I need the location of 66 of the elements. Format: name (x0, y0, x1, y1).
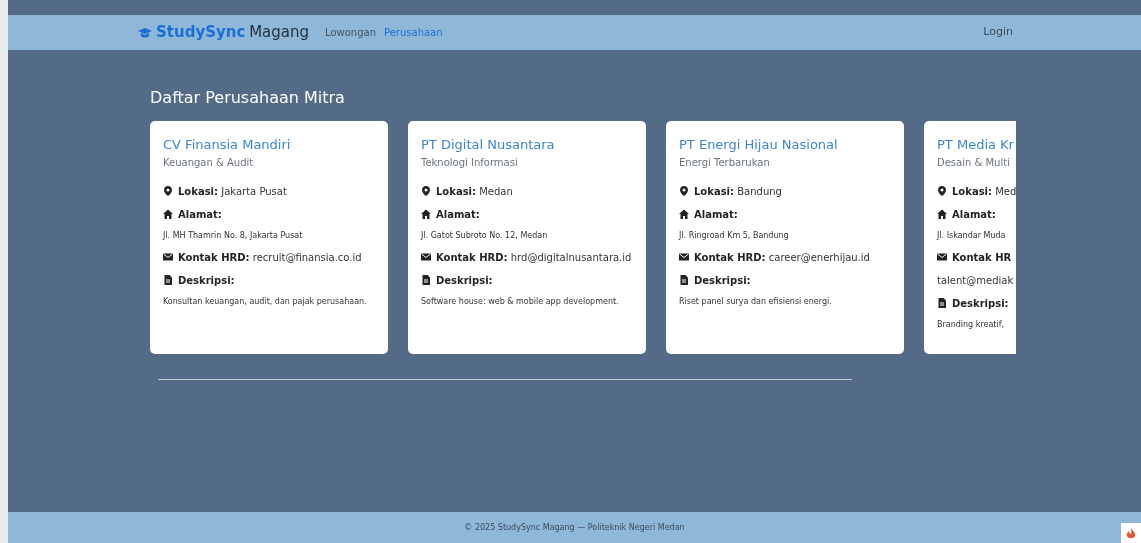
contact-email: recruit@finansia.co.id (252, 251, 362, 263)
envelope-icon (163, 251, 173, 262)
field-label: Alamat: (436, 208, 480, 220)
location-value: Med (995, 185, 1017, 197)
field-label: Lokasi: (178, 185, 219, 197)
company-name[interactable]: CV Finansia Mandiri (163, 135, 375, 155)
contact-email: career@enerhijau.id (768, 251, 870, 263)
contact-email: hrd@digitalnusantara.id (510, 251, 632, 263)
field-label: Lokasi: (694, 185, 735, 197)
company-name[interactable]: PT Digital Nusantara (421, 135, 633, 155)
description-text: Branding kreatif, (937, 318, 1006, 331)
field-label: Deskripsi: (694, 274, 751, 286)
location-value: Jakarta Pusat (221, 185, 287, 197)
nav-link[interactable]: Lowongan (325, 25, 376, 40)
document-icon (163, 274, 173, 285)
house-icon (421, 208, 431, 219)
graduation-cap-icon (138, 26, 152, 39)
company-sector: Desain & Multi (937, 155, 1011, 170)
location-pin-icon (679, 185, 689, 196)
login-link[interactable]: Login (983, 24, 1013, 41)
company-name[interactable]: PT Media Kr (937, 135, 1017, 155)
location-value: Medan (479, 185, 513, 197)
envelope-icon (937, 251, 947, 262)
field-label: Lokasi: (436, 185, 477, 197)
address-text: Jl. Gatot Subroto No. 12, Medan (421, 229, 549, 242)
location-pin-icon (421, 185, 431, 196)
house-icon (163, 208, 173, 219)
company-sector: Teknologi Informasi (421, 155, 519, 170)
field-label: Deskripsi: (952, 297, 1009, 309)
field-label: Kontak HR (952, 251, 1012, 263)
description-text: Konsultan keuangan, audit, dan pajak perusahaan. (163, 295, 368, 308)
document-icon (421, 274, 431, 285)
company-name[interactable]: PT Energi Hijau Nasional (679, 135, 891, 155)
location-pin-icon (937, 185, 947, 196)
field-label: Kontak HRD: (436, 251, 508, 263)
envelope-icon (421, 251, 431, 262)
field-label: Kontak HRD: (178, 251, 250, 263)
brand-name: StudySync (156, 23, 246, 42)
location-pin-icon (163, 185, 173, 196)
address-text: Jl. MH Thamrin No. 8, Jakarta Pusat (163, 229, 304, 242)
page-heading: Daftar Perusahaan Mitra (150, 88, 346, 108)
document-icon (679, 274, 689, 285)
field-label: Deskripsi: (436, 274, 493, 286)
field-label: Alamat: (952, 208, 996, 220)
description-text: Riset panel surya dan efisiensi energi. (679, 295, 833, 308)
flame-icon[interactable] (1121, 523, 1141, 543)
field-label: Kontak HRD: (694, 251, 766, 263)
address-text: Jl. Iskandar Muda (937, 229, 1007, 242)
field-label: Lokasi: (952, 185, 993, 197)
document-icon (937, 297, 947, 308)
company-sector: Keuangan & Audit (163, 155, 255, 170)
house-icon (679, 208, 689, 219)
brand-link[interactable]: StudySync Magang (138, 21, 310, 44)
company-sector: Energi Terbarukan (679, 155, 771, 170)
address-text: Jl. Ringroad Km 5, Bandung (679, 229, 790, 242)
envelope-icon (679, 251, 689, 262)
nav-link[interactable]: Perusahaan (384, 25, 443, 40)
field-label: Deskripsi: (178, 274, 235, 286)
description-text: Software house: web & mobile app development. (421, 295, 620, 308)
brand-subtitle: Magang (249, 23, 310, 42)
field-label: Alamat: (694, 208, 738, 220)
house-icon (937, 208, 947, 219)
footer-text: © 2025 StudySync Magang — Politeknik Negeri Medan (8, 512, 1141, 543)
contact-email: talent@mediak (937, 273, 1015, 288)
field-label: Alamat: (178, 208, 222, 220)
location-value: Bandung (737, 185, 782, 197)
